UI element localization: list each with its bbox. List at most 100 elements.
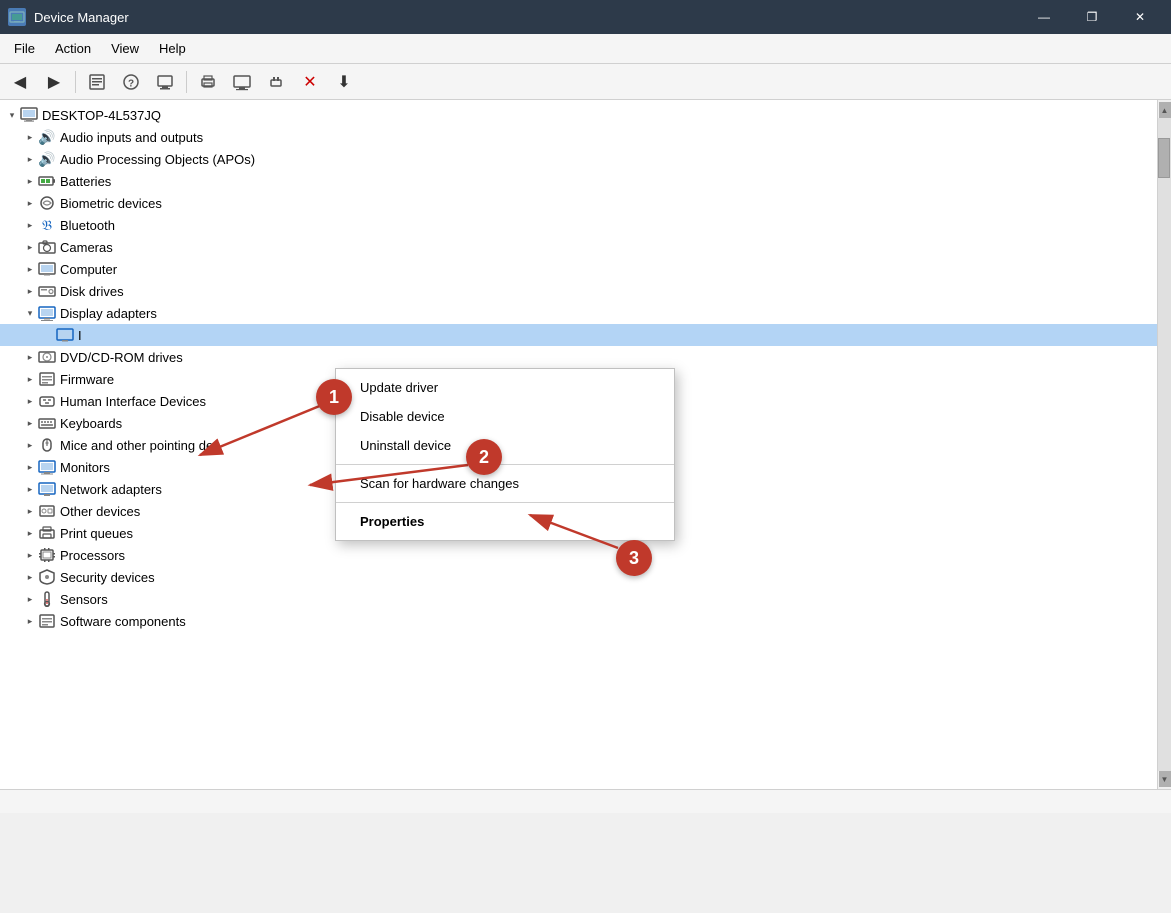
- keyboards-expand[interactable]: [22, 415, 38, 431]
- monitors-expand[interactable]: [22, 459, 38, 475]
- mice-expand[interactable]: [22, 437, 38, 453]
- processors-expand[interactable]: [22, 547, 38, 563]
- hid-label: Human Interface Devices: [60, 394, 206, 409]
- tree-apo[interactable]: 🔊 Audio Processing Objects (APOs): [0, 148, 1157, 170]
- app-icon: [8, 8, 26, 26]
- batteries-expand[interactable]: [22, 173, 38, 189]
- biometric-expand[interactable]: [22, 195, 38, 211]
- tree-root[interactable]: DESKTOP-4L537JQ: [0, 104, 1157, 126]
- properties-button[interactable]: [81, 68, 113, 96]
- computer-expand[interactable]: [22, 261, 38, 277]
- tree-display[interactable]: Display adapters: [0, 302, 1157, 324]
- print-label: Print queues: [60, 526, 133, 541]
- tree-computer[interactable]: Computer: [0, 258, 1157, 280]
- root-expand[interactable]: [4, 107, 20, 123]
- tree-cameras[interactable]: Cameras: [0, 236, 1157, 258]
- other-expand[interactable]: [22, 503, 38, 519]
- download-button[interactable]: ⬇: [328, 68, 360, 96]
- software-expand[interactable]: [22, 613, 38, 629]
- tree-sensors[interactable]: Sensors: [0, 588, 1157, 610]
- tree-audio[interactable]: 🔊 Audio inputs and outputs: [0, 126, 1157, 148]
- toolbar: ◀ ▶ ? ✕ ⬇: [0, 64, 1171, 100]
- menu-action[interactable]: Action: [45, 37, 101, 60]
- root-label: DESKTOP-4L537JQ: [42, 108, 161, 123]
- computer-tree-icon: [38, 260, 56, 278]
- audio-icon: 🔊: [38, 128, 56, 146]
- annotation-1: 1: [316, 379, 352, 415]
- dvd-expand[interactable]: [22, 349, 38, 365]
- hid-expand[interactable]: [22, 393, 38, 409]
- back-button[interactable]: ◀: [4, 68, 36, 96]
- tree-dvd[interactable]: DVD/CD-ROM drives: [0, 346, 1157, 368]
- keyboards-icon: [38, 414, 56, 432]
- monitors-icon: [38, 458, 56, 476]
- apo-label: Audio Processing Objects (APOs): [60, 152, 255, 167]
- window-controls: — ❐ ✕: [1021, 0, 1163, 34]
- minimize-button[interactable]: —: [1021, 0, 1067, 34]
- processors-icon: [38, 546, 56, 564]
- forward-button[interactable]: ▶: [38, 68, 70, 96]
- display-child-label: I: [78, 328, 82, 343]
- security-icon: [38, 568, 56, 586]
- help-button[interactable]: ?: [115, 68, 147, 96]
- disk-expand[interactable]: [22, 283, 38, 299]
- maximize-button[interactable]: ❐: [1069, 0, 1115, 34]
- display-expand[interactable]: [22, 305, 38, 321]
- tree-biometric[interactable]: Biometric devices: [0, 192, 1157, 214]
- tree-software[interactable]: Software components: [0, 610, 1157, 632]
- scroll-track[interactable]: [1158, 118, 1171, 771]
- annotation-2: 2: [466, 439, 502, 475]
- mice-icon: [38, 436, 56, 454]
- menu-view[interactable]: View: [101, 37, 149, 60]
- titlebar: Device Manager — ❐ ✕: [0, 0, 1171, 34]
- window-title: Device Manager: [34, 10, 1021, 25]
- plugin-button[interactable]: [260, 68, 292, 96]
- computer-label: Computer: [60, 262, 117, 277]
- software-icon: [38, 612, 56, 630]
- menu-file[interactable]: File: [4, 37, 45, 60]
- menu-help[interactable]: Help: [149, 37, 196, 60]
- annotation-3: 3: [616, 540, 652, 576]
- uninstall-button[interactable]: ✕: [294, 68, 326, 96]
- apo-icon: 🔊: [38, 150, 56, 168]
- tree-diskdrives[interactable]: Disk drives: [0, 280, 1157, 302]
- software-label: Software components: [60, 614, 186, 629]
- display-icon: [38, 304, 56, 322]
- audio-expand[interactable]: [22, 129, 38, 145]
- monitor-button[interactable]: [226, 68, 258, 96]
- apo-expand[interactable]: [22, 151, 38, 167]
- close-button[interactable]: ✕: [1117, 0, 1163, 34]
- print-icon: [38, 524, 56, 542]
- bluetooth-expand[interactable]: [22, 217, 38, 233]
- firmware-expand[interactable]: [22, 371, 38, 387]
- cameras-expand[interactable]: [22, 239, 38, 255]
- security-expand[interactable]: [22, 569, 38, 585]
- computer-icon: [20, 106, 38, 124]
- network-expand[interactable]: [22, 481, 38, 497]
- ctx-update-driver[interactable]: Update driver: [336, 373, 674, 402]
- scroll-up[interactable]: ▲: [1159, 102, 1171, 118]
- sensors-expand[interactable]: [22, 591, 38, 607]
- batteries-label: Batteries: [60, 174, 111, 189]
- print-expand[interactable]: [22, 525, 38, 541]
- sensors-label: Sensors: [60, 592, 108, 607]
- ctx-scan-hardware[interactable]: Scan for hardware changes: [336, 469, 674, 498]
- scroll-thumb[interactable]: [1158, 138, 1170, 178]
- ctx-separator-1: [336, 464, 674, 465]
- scroll-down[interactable]: ▼: [1159, 771, 1171, 787]
- sensors-icon: [38, 590, 56, 608]
- scrollbar[interactable]: ▲ ▼: [1157, 100, 1171, 789]
- tree-bluetooth[interactable]: 𝔅 Bluetooth: [0, 214, 1157, 236]
- tree-processors[interactable]: Processors: [0, 544, 1157, 566]
- display-child-icon: [56, 326, 74, 344]
- print-button[interactable]: [192, 68, 224, 96]
- ctx-properties[interactable]: Properties: [336, 507, 674, 536]
- tree-display-child[interactable]: I: [0, 324, 1157, 346]
- tree-batteries[interactable]: Batteries: [0, 170, 1157, 192]
- ctx-uninstall-device[interactable]: Uninstall device: [336, 431, 674, 460]
- scan-devices-button[interactable]: [149, 68, 181, 96]
- tree-security[interactable]: Security devices: [0, 566, 1157, 588]
- firmware-icon: [38, 370, 56, 388]
- other-label: Other devices: [60, 504, 140, 519]
- ctx-disable-device[interactable]: Disable device: [336, 402, 674, 431]
